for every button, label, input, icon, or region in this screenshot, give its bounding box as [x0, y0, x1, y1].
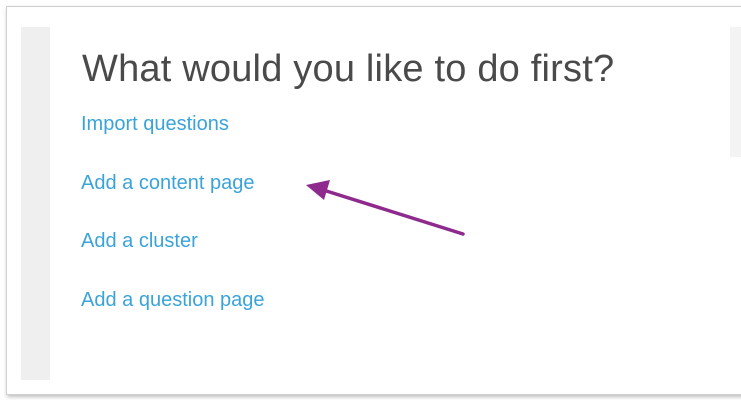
add-content-page-link[interactable]: Add a content page	[81, 172, 254, 195]
left-sidebar-strip	[21, 27, 50, 380]
add-question-page-link[interactable]: Add a question page	[81, 289, 265, 312]
right-sidebar-strip	[730, 27, 741, 157]
import-questions-link[interactable]: Import questions	[81, 113, 229, 136]
dialog-title: What would you like to do first?	[82, 48, 615, 90]
add-cluster-link[interactable]: Add a cluster	[81, 230, 198, 253]
arrow-icon	[306, 180, 465, 236]
